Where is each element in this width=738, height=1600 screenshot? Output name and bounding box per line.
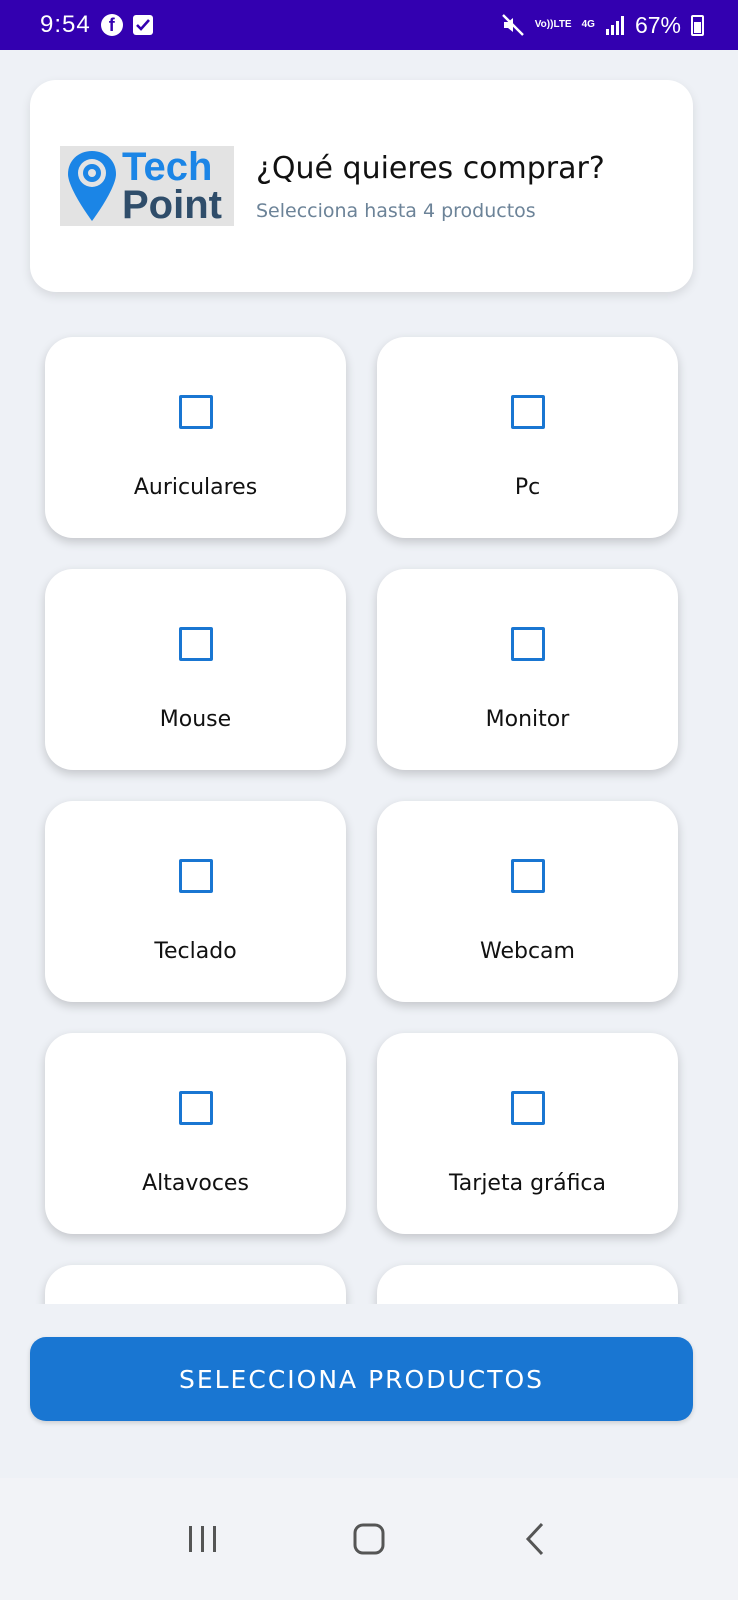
product-label: Tarjeta gráfica: [449, 1171, 606, 1196]
product-card-pc[interactable]: Pc: [377, 337, 678, 538]
page-title: ¿Qué quieres comprar?: [256, 150, 605, 186]
product-grid: Auriculares Pc Mouse Monitor Teclado Web…: [45, 337, 678, 1304]
header-card: Tech Point ¿Qué quieres comprar? Selecci…: [30, 80, 693, 292]
home-icon: [353, 1523, 385, 1555]
header-texts: ¿Qué quieres comprar? Selecciona hasta 4…: [256, 151, 605, 222]
product-list[interactable]: Auriculares Pc Mouse Monitor Teclado Web…: [0, 320, 738, 1304]
network-top: Vo)): [534, 19, 554, 30]
techpoint-logo: Tech Point: [60, 146, 234, 226]
product-card-partial-right[interactable]: [377, 1265, 678, 1304]
status-bar: 9:54 f Vo)) LTE 4G 67%: [0, 0, 738, 50]
product-label: Auriculares: [133, 475, 258, 500]
logo-text: Tech Point: [122, 145, 222, 227]
product-card-webcam[interactable]: Webcam: [377, 801, 678, 1002]
product-card-tarjeta-grafica[interactable]: Tarjeta gráfica: [377, 1033, 678, 1234]
checkbox[interactable]: [178, 627, 213, 661]
mute-icon: [501, 13, 525, 37]
system-nav-bar: [0, 1478, 738, 1600]
product-label: Teclado: [154, 939, 237, 964]
network-type: 4G: [581, 19, 595, 30]
product-card-auriculares[interactable]: Auriculares: [45, 337, 346, 538]
signal-icon: [605, 15, 625, 35]
home-button[interactable]: [339, 1509, 399, 1569]
product-card-teclado[interactable]: Teclado: [45, 801, 346, 1002]
check-notification-icon: [132, 15, 153, 35]
product-card-mouse[interactable]: Mouse: [45, 569, 346, 770]
status-time: 9:54: [40, 11, 91, 38]
checkbox[interactable]: [510, 395, 545, 429]
product-card-partial-left[interactable]: [45, 1265, 346, 1304]
back-button[interactable]: [505, 1509, 565, 1569]
product-label: Monitor: [485, 707, 570, 732]
facebook-icon: f: [100, 14, 123, 36]
product-label: Webcam: [480, 939, 575, 964]
product-label: Pc: [514, 475, 541, 500]
product-label: Mouse: [159, 707, 232, 732]
checkbox[interactable]: [510, 1091, 545, 1125]
battery-percentage: 67%: [634, 11, 681, 38]
checkbox[interactable]: [510, 859, 545, 893]
checkbox[interactable]: [178, 859, 213, 893]
recent-apps-icon: [189, 1526, 216, 1552]
status-left: 9:54 f: [40, 11, 153, 39]
page-subtitle: Selecciona hasta 4 productos: [256, 199, 536, 222]
status-right: Vo)) LTE 4G 67%: [501, 12, 704, 39]
back-icon: [525, 1522, 544, 1556]
select-products-button[interactable]: SELECCIONA PRODUCTOS: [30, 1337, 693, 1421]
product-card-monitor[interactable]: Monitor: [377, 569, 678, 770]
checkbox[interactable]: [178, 395, 213, 429]
logo-tech: Tech: [122, 145, 213, 189]
volte-indicator: Vo)) LTE: [535, 20, 572, 30]
logo-point: Point: [122, 183, 222, 227]
recent-apps-button[interactable]: [173, 1509, 233, 1569]
checkbox[interactable]: [510, 627, 545, 661]
battery-icon: [691, 14, 704, 36]
product-label: Altavoces: [142, 1171, 249, 1196]
network-bottom: LTE: [553, 19, 572, 30]
product-card-altavoces[interactable]: Altavoces: [45, 1033, 346, 1234]
location-pin-icon: [68, 151, 116, 221]
checkbox[interactable]: [178, 1091, 213, 1125]
